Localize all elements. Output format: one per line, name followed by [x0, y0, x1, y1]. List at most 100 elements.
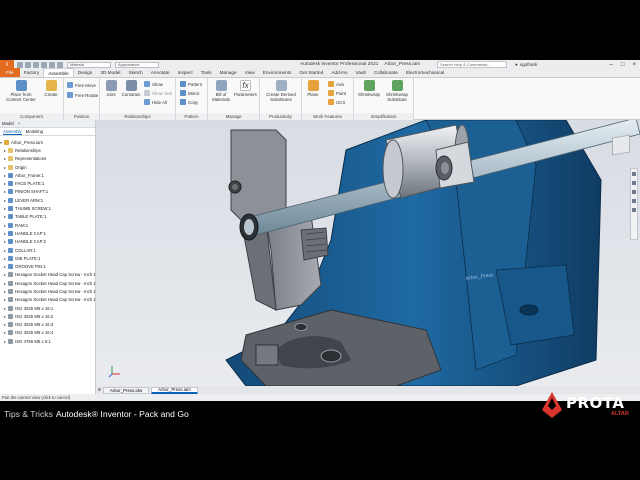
zoom-icon[interactable]: [632, 190, 636, 194]
expand-icon[interactable]: ▸: [4, 223, 7, 228]
expand-icon[interactable]: ▸: [4, 189, 7, 194]
create-component-button[interactable]: Create: [40, 80, 62, 97]
mirror-button[interactable]: Mirror: [180, 90, 199, 96]
tree-item[interactable]: ▸ ISO 4026 M5 x 16:1: [0, 304, 95, 312]
expand-icon[interactable]: ▸: [4, 198, 7, 203]
expand-icon[interactable]: ▸: [4, 339, 7, 344]
redo-icon[interactable]: [49, 61, 55, 68]
tree-root[interactable]: ▾ Arbor_Press.iam: [0, 138, 95, 146]
parameters-button[interactable]: fx Parameters: [232, 80, 259, 97]
tree-item[interactable]: ▸ ISO 4026 M5 x 16:2: [0, 312, 95, 320]
tree-item[interactable]: ▸ Arbor_Frame:1: [0, 171, 95, 179]
tab-assemble[interactable]: Assemble: [43, 68, 74, 77]
tab-menu-icon[interactable]: ≡: [98, 387, 101, 393]
tab-tools[interactable]: Tools: [197, 68, 216, 77]
shrinkwrap-substitute-button[interactable]: Shrinkwrap Substitute: [382, 80, 412, 102]
ucs-button[interactable]: UCS: [328, 99, 345, 105]
tab-sketch[interactable]: Sketch: [124, 68, 146, 77]
open-icon[interactable]: [25, 61, 31, 68]
tab-electromechanical[interactable]: Electromechanical: [402, 68, 448, 77]
save-icon[interactable]: [33, 61, 39, 68]
tree-item[interactable]: ▸ TABLE PLATE:1: [0, 213, 95, 221]
expand-icon[interactable]: ▸: [4, 322, 7, 327]
material-select[interactable]: Material: [67, 61, 111, 68]
expand-icon[interactable]: ▸: [4, 214, 7, 219]
shrinkwrap-button[interactable]: Shrinkwrap: [356, 80, 382, 97]
expand-icon[interactable]: ▸: [4, 330, 7, 335]
tab-get-started[interactable]: Get Started: [295, 68, 327, 77]
maximize-icon[interactable]: □: [621, 62, 625, 68]
tree-item[interactable]: ▸ GROOVE PIN:1: [0, 262, 95, 270]
constrain-button[interactable]: Constrain: [120, 80, 142, 97]
place-from-content-center-button[interactable]: Place from Content Center: [4, 80, 38, 102]
tab-view[interactable]: View: [241, 68, 259, 77]
graphics-viewport[interactable]: Arbor_Press: [96, 120, 640, 386]
expand-icon[interactable]: ▸: [4, 231, 7, 236]
new-icon[interactable]: [17, 61, 23, 68]
expand-icon[interactable]: ▸: [4, 297, 7, 302]
expand-icon[interactable]: ▸: [4, 206, 7, 211]
expand-icon[interactable]: ▸: [4, 289, 7, 294]
tab-environments[interactable]: Environments: [259, 68, 296, 77]
tree-item[interactable]: ▸ ISO 4026 M5 x 16:4: [0, 329, 95, 337]
pattern-button[interactable]: Pattern: [180, 81, 202, 87]
free-move-button[interactable]: Free Move: [67, 82, 96, 88]
add-icon[interactable]: +: [18, 121, 21, 126]
orbit-icon[interactable]: [632, 199, 636, 203]
browser-tab-assembly[interactable]: Assembly: [3, 129, 22, 135]
hide-all-button[interactable]: Hide All: [144, 99, 167, 105]
tab-annotate[interactable]: Annotate: [147, 68, 174, 77]
point-button[interactable]: Point: [328, 90, 346, 96]
tab-inspect[interactable]: Inspect: [174, 68, 197, 77]
doc-tab[interactable]: Arbor_Press.iam: [151, 386, 198, 394]
tree-item[interactable]: ▸ Hexagon Socket Head Cap Screw - Inch 1: [0, 271, 95, 279]
tab-design[interactable]: Design: [74, 68, 97, 77]
close-icon[interactable]: ×: [632, 62, 636, 68]
bill-of-materials-button[interactable]: Bill of Materials: [210, 80, 232, 102]
tree-item[interactable]: ▸ ISO 4766 M5 x 5:1: [0, 337, 95, 345]
pan-icon[interactable]: [632, 181, 636, 185]
user-account[interactable]: ● ogofrank: [515, 60, 537, 69]
tree-item[interactable]: ▸ THUMB SCREW:1: [0, 204, 95, 212]
axis-button[interactable]: Axis: [328, 81, 344, 87]
steering-wheel-icon[interactable]: [632, 172, 636, 176]
expand-icon[interactable]: ▸: [4, 239, 7, 244]
look-at-icon[interactable]: [632, 208, 636, 212]
undo-icon[interactable]: [41, 61, 47, 68]
expand-icon[interactable]: ▸: [4, 148, 7, 153]
expand-icon[interactable]: ▸: [4, 272, 7, 277]
home-icon[interactable]: [57, 61, 63, 68]
help-search-input[interactable]: Search Help & Commands...: [437, 61, 507, 68]
tree-item[interactable]: ▸ Origin: [0, 163, 95, 171]
view-cube[interactable]: [612, 134, 630, 156]
expand-icon[interactable]: ▸: [4, 181, 7, 186]
tree-item[interactable]: ▸ Hexagon Socket Head Cap Screw - Inch 1: [0, 279, 95, 287]
tree-item[interactable]: ▸ GIB PLATE:1: [0, 254, 95, 262]
tree-item[interactable]: ▸ ISO 4026 M5 x 16:3: [0, 321, 95, 329]
tree-item[interactable]: ▸ Relationships: [0, 146, 95, 154]
tab-add-ins[interactable]: Add-Ins: [327, 68, 351, 77]
tab-file[interactable]: File: [0, 68, 20, 77]
tree-item[interactable]: ▸ HANDLE CAP:1: [0, 229, 95, 237]
expand-icon[interactable]: ▸: [4, 264, 7, 269]
tab-3d-model[interactable]: 3D Model: [96, 68, 124, 77]
expand-icon[interactable]: ▸: [4, 281, 7, 286]
joint-button[interactable]: Joint: [102, 80, 120, 97]
tab-manage[interactable]: Manage: [216, 68, 241, 77]
tree-item[interactable]: ▸ COLLAR:1: [0, 246, 95, 254]
copy-button[interactable]: Copy: [180, 99, 198, 105]
doc-tab[interactable]: Arbor_Press.idw: [102, 386, 150, 394]
tree-item[interactable]: ▸ Hexagon Socket Head Cap Screw - Inch 1: [0, 296, 95, 304]
expand-icon[interactable]: ▸: [4, 256, 7, 261]
tab-collaborate[interactable]: Collaborate: [370, 68, 402, 77]
tab-factory[interactable]: Factory: [20, 68, 44, 77]
tree-item[interactable]: ▸ Representations: [0, 155, 95, 163]
show-button[interactable]: Show: [144, 81, 163, 87]
expand-icon[interactable]: ▸: [4, 248, 7, 253]
create-derived-substitutes-button[interactable]: Create Derived Substitutes: [262, 80, 300, 102]
tree-item[interactable]: ▸ Hexagon Socket Head Cap Screw - Inch 1: [0, 287, 95, 295]
show-sick-button[interactable]: Show Sick: [144, 90, 173, 96]
expand-icon[interactable]: ▸: [4, 165, 7, 170]
free-rotate-button[interactable]: Free Rotate: [67, 92, 98, 98]
tree-item[interactable]: ▸ LEVER ARM:1: [0, 196, 95, 204]
